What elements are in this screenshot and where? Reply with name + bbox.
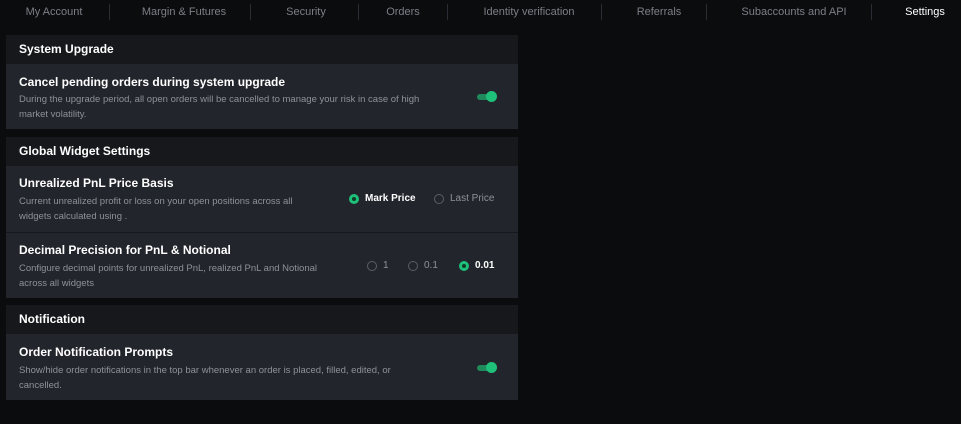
radio-unselected-icon [434, 193, 444, 204]
last-price-label: Last Price [450, 193, 495, 204]
precision-0-01-label: 0.01 [475, 260, 495, 271]
system-upgrade-title: System Upgrade [19, 42, 114, 56]
radio-unselected-icon [408, 260, 418, 271]
cancel-orders-row: Cancel pending orders during system upgr… [6, 63, 518, 129]
tab-margin-futures[interactable]: Margin & Futures [124, 0, 244, 24]
pnl-basis-title: Unrealized PnL Price Basis [19, 176, 174, 190]
tab-divider [706, 4, 707, 20]
tab-subaccounts-api[interactable]: Subaccounts and API [724, 0, 864, 24]
precision-0-01-radio[interactable]: 0.01 [459, 260, 494, 271]
radio-unselected-icon [367, 260, 377, 271]
tab-my-account[interactable]: My Account [4, 0, 104, 24]
notification-panel: Notification Order Notification Prompts … [6, 305, 518, 400]
tab-divider [358, 4, 359, 20]
tab-divider [109, 4, 110, 20]
order-prompts-row: Order Notification Prompts Show/hide ord… [6, 333, 518, 400]
tab-security[interactable]: Security [262, 0, 350, 24]
tab-divider [601, 4, 602, 20]
notification-title: Notification [19, 312, 85, 326]
precision-1-radio[interactable]: 1 [367, 260, 389, 271]
order-prompts-desc-1: Show/hide order notifications in the top… [19, 365, 391, 376]
mark-price-radio[interactable]: Mark Price [349, 193, 416, 204]
last-price-radio[interactable]: Last Price [434, 193, 494, 204]
decimal-precision-title: Decimal Precision for PnL & Notional [19, 243, 231, 257]
mark-price-label: Mark Price [365, 193, 416, 204]
toggle-knob [486, 91, 497, 102]
cancel-orders-toggle[interactable] [477, 91, 497, 102]
order-prompts-toggle[interactable] [477, 362, 497, 373]
pnl-basis-desc-1: Current unrealized profit or loss on you… [19, 196, 293, 207]
pnl-basis-row: Unrealized PnL Price Basis Current unrea… [6, 165, 518, 232]
decimal-precision-desc-2: across all widgets [19, 278, 94, 289]
tab-settings[interactable]: Settings [890, 0, 960, 24]
tab-orders[interactable]: Orders [364, 0, 442, 24]
tab-divider [871, 4, 872, 20]
tab-divider [447, 4, 448, 20]
radio-selected-icon [459, 260, 469, 271]
tab-referrals[interactable]: Referrals [614, 0, 704, 24]
tab-divider [250, 4, 251, 20]
global-widget-title: Global Widget Settings [19, 144, 151, 158]
cancel-orders-title: Cancel pending orders during system upgr… [19, 75, 286, 89]
toggle-knob [486, 362, 497, 373]
precision-0-1-label: 0.1 [424, 260, 438, 271]
settings-tab-bar: My Account Margin & Futures Security Ord… [0, 0, 961, 24]
precision-1-label: 1 [383, 260, 389, 271]
decimal-precision-desc-1: Configure decimal points for unrealized … [19, 263, 318, 274]
radio-selected-icon [349, 193, 359, 204]
order-prompts-desc-2: cancelled. [19, 380, 62, 391]
system-upgrade-panel: System Upgrade Cancel pending orders dur… [6, 35, 518, 129]
cancel-orders-desc-2: market volatility. [19, 109, 87, 120]
order-prompts-title: Order Notification Prompts [19, 345, 174, 359]
global-widget-panel: Global Widget Settings Unrealized PnL Pr… [6, 137, 518, 298]
pnl-basis-desc-2: widgets calculated using . [19, 211, 128, 222]
decimal-precision-row: Decimal Precision for PnL & Notional Con… [6, 232, 518, 298]
cancel-orders-desc-1: During the upgrade period, all open orde… [19, 94, 420, 105]
precision-0-1-radio[interactable]: 0.1 [408, 260, 438, 271]
tab-identity-verification[interactable]: Identity verification [460, 0, 598, 24]
